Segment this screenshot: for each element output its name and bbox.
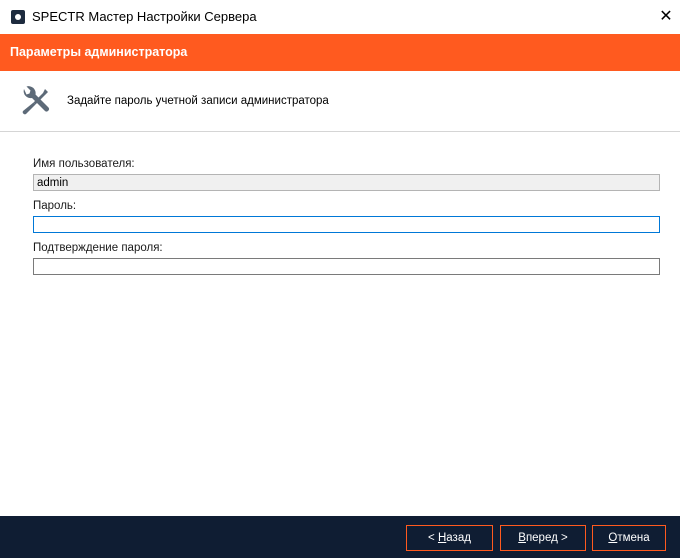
section-header: Параметры администратора <box>0 34 680 71</box>
username-label: Имя пользователя: <box>33 158 135 170</box>
window-title: SPECTR Мастер Настройки Сервера <box>32 9 257 24</box>
cancel-button[interactable]: Отмена <box>592 525 666 551</box>
description-row: Задайте пароль учетной записи администра… <box>0 71 680 132</box>
next-button-mnemonic: В <box>518 532 526 544</box>
app-icon <box>11 10 25 24</box>
close-icon[interactable]: ✕ <box>652 0 680 34</box>
back-button-label: азад <box>446 532 471 544</box>
tools-icon <box>22 86 49 115</box>
username-field: admin <box>33 174 660 191</box>
confirm-password-input[interactable] <box>33 258 660 275</box>
cancel-button-label: тмена <box>617 532 650 544</box>
next-button-label: перед > <box>525 532 568 544</box>
password-input[interactable] <box>33 216 660 233</box>
wizard-window: SPECTR Мастер Настройки Сервера ✕ Параме… <box>0 0 680 558</box>
footer-bar: < Назад Вперед > Отмена <box>0 516 680 558</box>
next-button[interactable]: Вперед > <box>500 525 586 551</box>
section-title: Параметры администратора <box>10 45 188 59</box>
cancel-button-mnemonic: О <box>608 532 618 544</box>
confirm-password-label: Подтверждение пароля: <box>33 242 163 254</box>
back-button[interactable]: < Назад <box>406 525 493 551</box>
title-bar: SPECTR Мастер Настройки Сервера ✕ <box>0 0 680 34</box>
description-text: Задайте пароль учетной записи администра… <box>67 95 329 107</box>
password-label: Пароль: <box>33 200 77 212</box>
back-button-prefix: < <box>428 532 438 544</box>
